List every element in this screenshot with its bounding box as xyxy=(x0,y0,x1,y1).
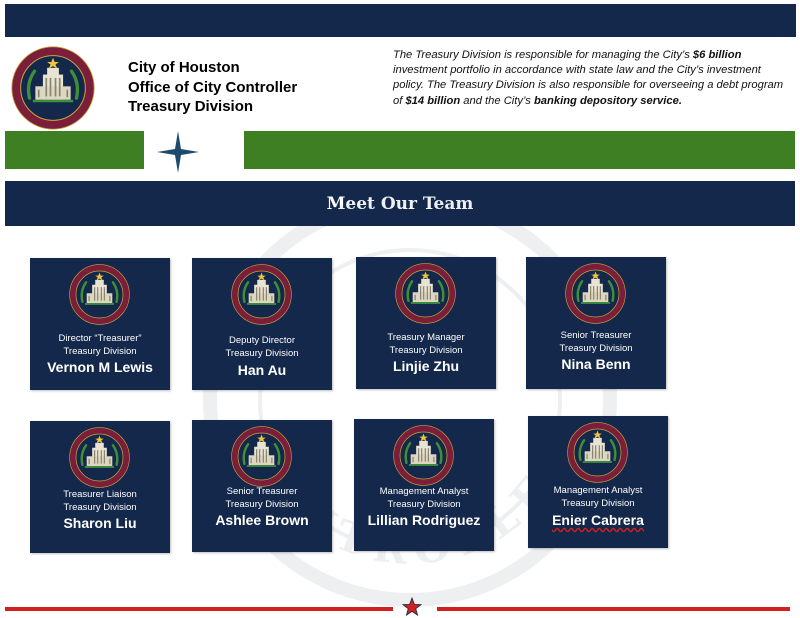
desc-banking: banking depository service. xyxy=(533,94,682,107)
team-name: Enier Cabrera xyxy=(528,512,668,528)
card-seal-logo xyxy=(395,263,456,324)
team-role: Senior Treasurer xyxy=(560,330,632,341)
card-seal-logo xyxy=(69,427,130,488)
green-band-left xyxy=(5,131,144,169)
team-name: Ashlee Brown xyxy=(215,512,309,528)
card-seal-logo xyxy=(565,263,626,324)
team-card-sharon-liu: Treasurer Liaison Treasury Division Shar… xyxy=(30,421,170,553)
desc-amount-debt: $14 billion xyxy=(405,94,461,107)
desc-part3: and the City’s xyxy=(460,94,534,107)
desc-part1: The Treasury Division is responsible for… xyxy=(393,49,693,61)
card-seal-logo xyxy=(231,264,292,325)
org-line-office: Office of City Controller xyxy=(128,78,298,96)
city-controller-seal-logo xyxy=(11,46,95,130)
compass-star-icon xyxy=(157,131,199,173)
team-card-linjie-zhu: Treasury Manager Treasury Division Linji… xyxy=(356,257,496,389)
team-name: Lillian Rodriguez xyxy=(367,512,481,528)
team-division: Treasury Division xyxy=(559,343,633,354)
team-name: Han Au xyxy=(237,362,287,378)
team-card-han-au: Deputy Director Treasury Division Han Au xyxy=(192,258,332,390)
team-role: Deputy Director xyxy=(229,335,295,346)
team-role: Treasurer Liaison xyxy=(63,489,137,500)
team-name: Sharon Liu xyxy=(63,515,137,531)
red-star-icon xyxy=(402,597,422,617)
team-role: Treasury Manager xyxy=(387,332,465,343)
team-role: Director “Treasurer” xyxy=(58,333,142,344)
team-role: Management Analyst xyxy=(379,486,469,497)
team-name: Nina Benn xyxy=(561,356,631,372)
section-title: Meet Our Team xyxy=(326,193,474,214)
footer-red-line-left xyxy=(5,607,393,611)
card-seal-logo xyxy=(69,264,130,325)
card-seal-logo xyxy=(393,425,454,486)
team-division: Treasury Division xyxy=(561,498,635,509)
team-division: Treasury Division xyxy=(225,348,299,359)
team-card-ashlee-brown: Senior Treasurer Treasury Division Ashle… xyxy=(192,420,332,552)
team-name-text: Enier Cabrera xyxy=(552,512,644,528)
team-card-vernon-m-lewis: Director “Treasurer” Treasury Division V… xyxy=(30,258,170,390)
team-division: Treasury Division xyxy=(387,499,461,510)
top-banner-bar xyxy=(5,4,796,37)
team-division: Treasury Division xyxy=(63,502,137,513)
team-division: Treasury Division xyxy=(225,499,299,510)
team-name: Vernon M Lewis xyxy=(47,359,153,375)
organization-title: City of Houston Office of City Controlle… xyxy=(128,58,297,117)
meet-our-team-banner: Meet Our Team xyxy=(5,181,795,226)
team-division: Treasury Division xyxy=(389,345,463,356)
desc-amount-investment: $6 billion xyxy=(692,49,742,61)
team-name: Linjie Zhu xyxy=(392,358,460,374)
team-card-nina-benn: Senior Treasurer Treasury Division Nina … xyxy=(526,257,666,389)
card-seal-logo xyxy=(231,426,292,487)
team-card-enier-cabrera: Management Analyst Treasury Division Eni… xyxy=(528,416,668,548)
card-seal-logo xyxy=(567,422,628,483)
green-band-right xyxy=(244,131,795,169)
team-card-lillian-rodriguez: Management Analyst Treasury Division Lil… xyxy=(354,419,494,551)
division-description: The Treasury Division is responsible for… xyxy=(393,48,785,109)
team-role: Senior Treasurer xyxy=(226,486,298,497)
team-division: Treasury Division xyxy=(63,346,137,357)
org-line-city: City of Houston xyxy=(128,59,240,76)
footer-red-line-right xyxy=(437,607,790,611)
team-role: Management Analyst xyxy=(553,485,643,496)
org-line-division: Treasury Division xyxy=(128,98,254,115)
